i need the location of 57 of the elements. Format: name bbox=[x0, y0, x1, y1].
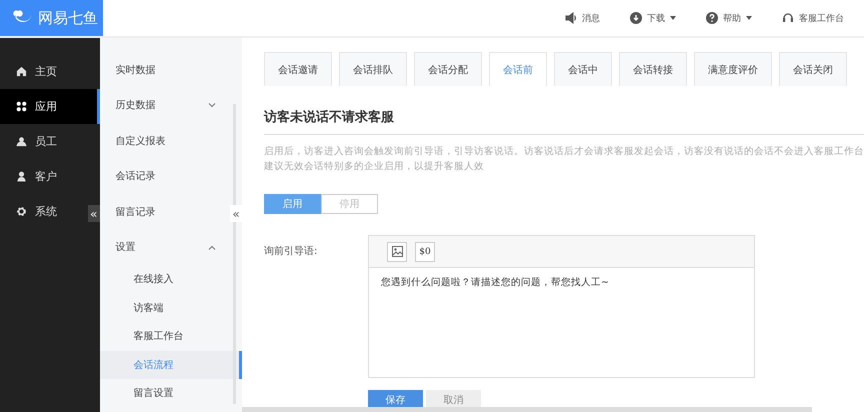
tab[interactable]: 会话转接 bbox=[619, 52, 687, 86]
logo-text: 网易七鱼 bbox=[38, 8, 98, 28]
section-title: 访客未说话不请求客服 bbox=[264, 108, 864, 135]
tab[interactable]: 会话关闭 bbox=[779, 52, 847, 86]
menu-item[interactable]: 历史数据 bbox=[100, 88, 228, 123]
headset-icon bbox=[782, 12, 794, 24]
header-link[interactable]: 消息 bbox=[565, 12, 600, 24]
description-text: 建议无效会话特别多的企业启用，以提升客服人效 bbox=[264, 160, 485, 174]
header-link[interactable]: 下载 bbox=[630, 12, 676, 24]
nav-item[interactable]: 主页 bbox=[0, 54, 88, 89]
tab[interactable]: 会话分配 bbox=[414, 52, 482, 86]
tab[interactable]: 会话邀请 bbox=[264, 52, 332, 86]
menu-label: 历史数据 bbox=[116, 98, 156, 112]
tab[interactable]: 满意度评价 bbox=[694, 52, 772, 86]
menu-item[interactable]: 留言设置 bbox=[100, 379, 228, 408]
menu-label: 设置 bbox=[116, 240, 136, 254]
image-button[interactable] bbox=[387, 242, 407, 262]
nav-item[interactable]: 客户 bbox=[0, 159, 88, 194]
menu-item[interactable]: 会话记录 bbox=[100, 158, 228, 194]
menu-item[interactable]: 在线接入 bbox=[100, 265, 228, 294]
nav-label: 客户 bbox=[35, 169, 57, 184]
tab[interactable]: 会话中 bbox=[554, 52, 612, 86]
grid-icon bbox=[16, 101, 27, 112]
menu-item[interactable]: 客服工作台 bbox=[100, 322, 228, 350]
field-label: 询前引导语: bbox=[264, 245, 318, 259]
settings-icon bbox=[16, 206, 27, 217]
person-icon bbox=[16, 171, 27, 182]
home-icon bbox=[16, 66, 27, 77]
menu-label: 实时数据 bbox=[116, 64, 156, 77]
people-icon bbox=[16, 136, 27, 147]
nav-item[interactable]: 员工 bbox=[0, 124, 88, 159]
speaker-icon bbox=[565, 12, 577, 24]
menu-item[interactable]: 自定义报表 bbox=[100, 123, 228, 158]
menu-item[interactable]: 设置 bbox=[100, 230, 228, 265]
image-icon bbox=[392, 246, 402, 257]
nav-label: 主页 bbox=[35, 64, 57, 79]
collapse-button[interactable]: « bbox=[230, 205, 242, 222]
message-editor[interactable]: $0 您遇到什么问题啦？请描述您的问题，帮您找人工~ bbox=[368, 235, 755, 378]
description-text: 启用后，访客进入咨询会触发询前引导语，引导访客说话。访客说话后才会请求客服发起会话，访客没有说话的会话不会进入客服工作台 bbox=[264, 145, 864, 159]
nav-item[interactable]: 系统 bbox=[0, 194, 88, 229]
nav-label: 员工 bbox=[35, 134, 57, 149]
menu-item[interactable]: 留言记录 bbox=[100, 194, 228, 230]
header-link[interactable]: 客服工作台 bbox=[782, 12, 844, 24]
header-link[interactable]: 帮助 bbox=[706, 12, 752, 24]
menu-label: 留言记录 bbox=[116, 206, 156, 219]
help-icon bbox=[706, 12, 718, 24]
menu-label: 会话记录 bbox=[116, 170, 156, 184]
nav-label: 系统 bbox=[35, 204, 57, 219]
tab[interactable]: 会话排队 bbox=[339, 52, 407, 86]
download-icon bbox=[630, 12, 642, 24]
nav-item[interactable]: 应用 bbox=[0, 89, 100, 124]
nav-label: 应用 bbox=[35, 99, 57, 114]
variable-button[interactable]: $0 bbox=[415, 242, 435, 262]
menu-label: 自定义报表 bbox=[116, 134, 166, 148]
collapse-button[interactable]: « bbox=[88, 205, 100, 222]
menu-item[interactable]: 访客端 bbox=[100, 294, 228, 322]
menu-item[interactable]: 实时数据 bbox=[100, 52, 228, 88]
